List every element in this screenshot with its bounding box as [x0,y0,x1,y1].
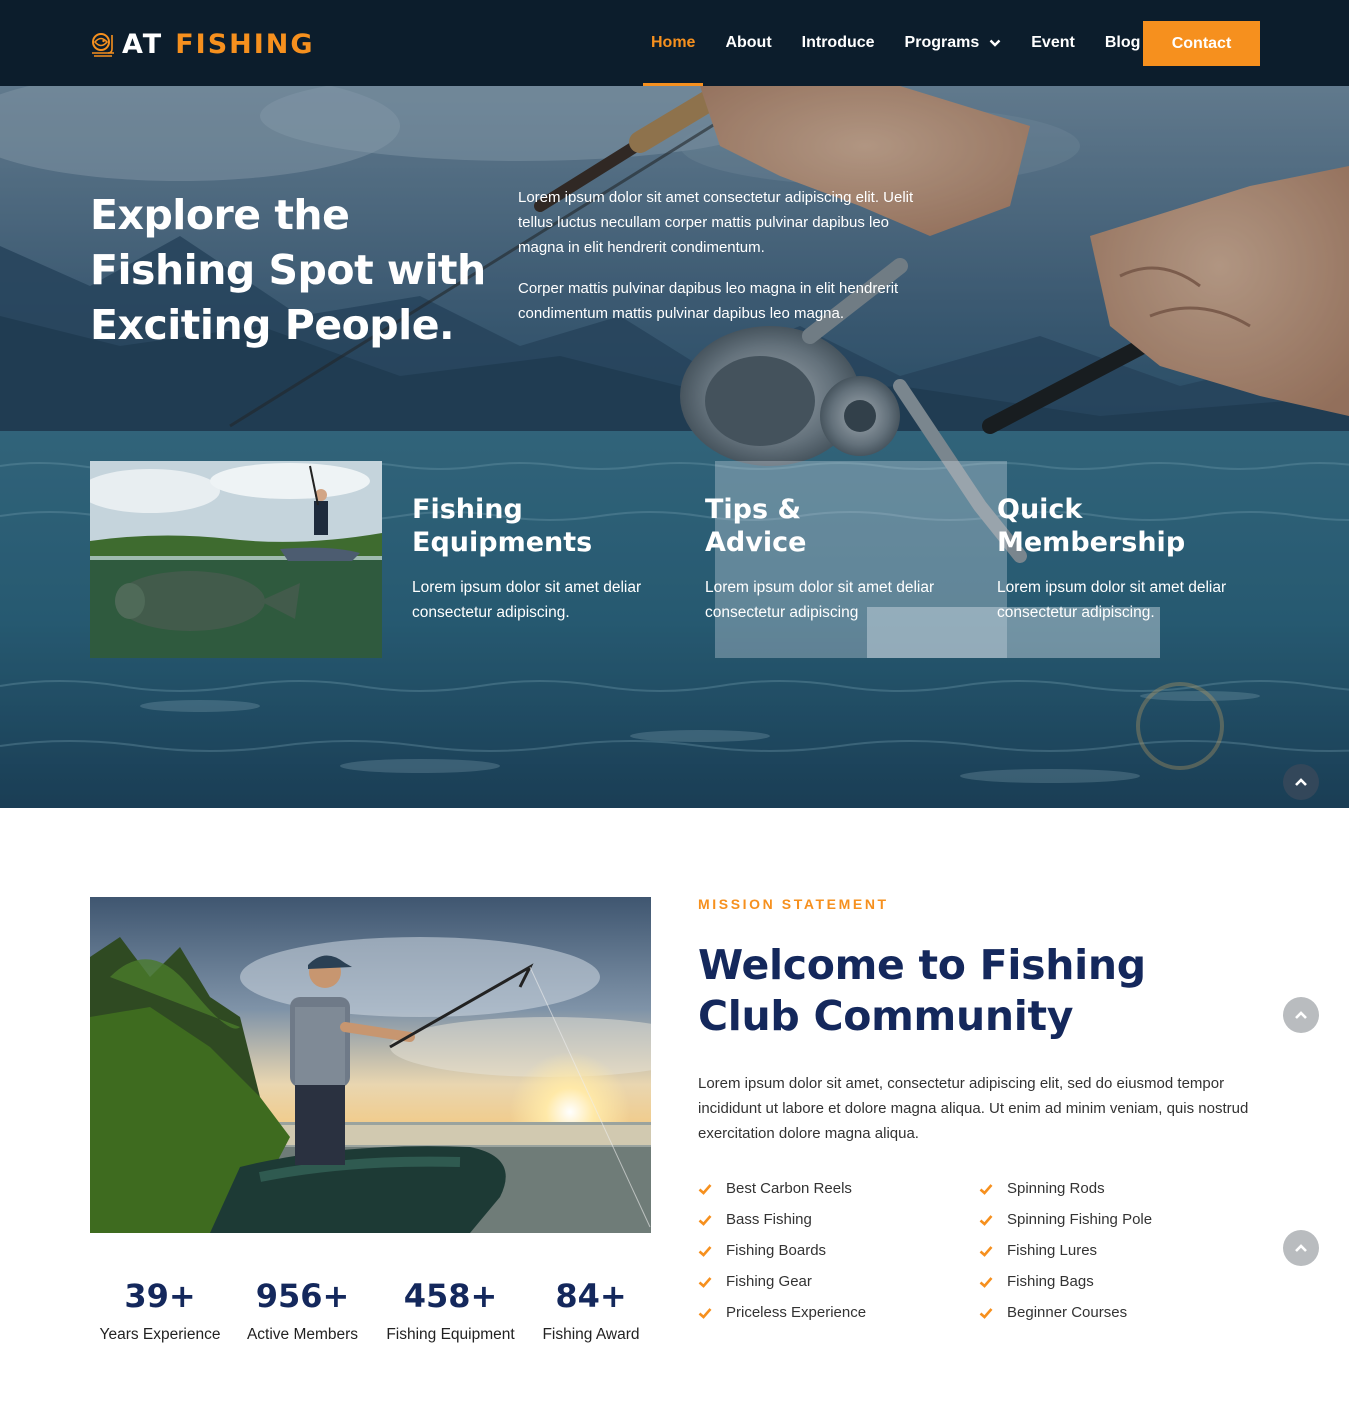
check-icon [698,1245,712,1257]
stat-active-members: 956+ Active Members [235,1276,370,1344]
list-item: Spinning Fishing Pole [979,1204,1152,1235]
hero-title: Explore the Fishing Spot with Exciting P… [90,191,486,349]
stat-years-experience: 39+ Years Experience [90,1276,230,1344]
hero-section: Explore the Fishing Spot with Exciting P… [0,86,1349,808]
list-item: Fishing Gear [698,1266,866,1297]
stat-fishing-equipment: 458+ Fishing Equipment [378,1276,523,1344]
mission-kicker: MISSION STATEMENT [698,896,889,912]
check-icon [979,1183,993,1195]
nav-introduce-label: Introduce [801,34,875,51]
chevron-up-icon [1295,1011,1307,1019]
list-item: Fishing Boards [698,1235,866,1266]
nav-home[interactable]: Home [636,0,710,86]
list-item-label: Best Carbon Reels [726,1180,852,1197]
feature-title: Fishing Equipments [412,494,593,558]
scroll-to-top-button[interactable] [1283,1230,1319,1266]
mission-body: Lorem ipsum dolor sit amet, consectetur … [698,1075,1249,1142]
list-item: Spinning Rods [979,1173,1152,1204]
stat-value: 956+ [255,1277,350,1315]
check-icon [979,1214,993,1226]
nav-about-label: About [725,34,772,51]
nav-about[interactable]: About [710,0,786,86]
feature-title: Tips & Advice [705,494,807,558]
logo-text-fishing: FISHING [175,28,315,60]
check-icon [698,1276,712,1288]
check-icon [698,1307,712,1319]
scroll-to-top-button[interactable] [1283,764,1319,800]
feature-fishing-equipments[interactable]: Fishing Equipments Lorem ipsum dolor sit… [412,493,662,625]
list-item-label: Priceless Experience [726,1304,867,1321]
stat-label: Years Experience [99,1326,221,1343]
feature-quick-membership[interactable]: Quick Membership Lorem ipsum dolor sit a… [997,493,1247,625]
list-item: Best Carbon Reels [698,1173,866,1204]
site-header: AT FISHING Home About Introduce Programs… [0,0,1349,86]
chevron-up-icon [1295,778,1307,786]
check-icon [698,1183,712,1195]
stat-label: Active Members [246,1326,359,1343]
list-item-label: Bass Fishing [726,1211,812,1228]
list-item: Bass Fishing [698,1204,866,1235]
nav-programs-label: Programs [904,34,980,51]
nav-blog-label: Blog [1104,34,1141,51]
feature-tips-advice[interactable]: Tips & Advice Lorem ipsum dolor sit amet… [705,493,945,625]
list-item: Beginner Courses [979,1297,1152,1328]
list-item-label: Fishing Lures [1007,1242,1098,1259]
fisherman-carp-image [90,461,382,658]
check-icon [979,1307,993,1319]
features-list-right: Spinning Rods Spinning Fishing Pole Fish… [979,1173,1152,1328]
hero-paragraph-1: Lorem ipsum dolor sit amet consectetur a… [518,189,914,256]
nav-event-label: Event [1031,34,1075,51]
nav-home-label: Home [651,34,696,51]
stat-label: Fishing Award [542,1326,640,1343]
stats-row: 39+ Years Experience 956+ Active Members… [90,1276,651,1356]
scroll-to-top-button[interactable] [1283,997,1319,1033]
stat-label: Fishing Equipment [386,1326,515,1343]
list-item-label: Beginner Courses [1007,1304,1128,1321]
nav-introduce[interactable]: Introduce [787,0,890,86]
list-item-label: Spinning Fishing Pole [1007,1211,1153,1228]
feature-text: Lorem ipsum dolor sit amet deliar consec… [705,579,935,621]
nav-programs[interactable]: Programs [890,0,1017,86]
list-item-label: Fishing Bags [1007,1273,1094,1290]
check-icon [979,1245,993,1257]
mission-title: Welcome to Fishing Club Community [698,941,1146,1040]
check-icon [979,1276,993,1288]
list-item: Fishing Bags [979,1266,1152,1297]
logo-text-at: AT [122,28,164,60]
hero-paragraph-2: Corper mattis pulvinar dapibus leo magna… [518,280,899,322]
stat-value: 458+ [403,1277,498,1315]
chevron-down-icon [989,39,1001,47]
list-item: Fishing Lures [979,1235,1152,1266]
list-item-label: Fishing Boards [726,1242,827,1259]
site-logo[interactable]: AT FISHING [90,26,315,62]
stat-value: 39+ [124,1277,196,1315]
feature-text: Lorem ipsum dolor sit amet deliar consec… [412,579,642,621]
feature-title: Quick Membership [997,494,1186,558]
list-item-label: Spinning Rods [1007,1180,1105,1197]
stat-fishing-award: 84+ Fishing Award [530,1276,652,1344]
stat-value: 84+ [555,1277,627,1315]
features-list-left: Best Carbon Reels Bass Fishing Fishing B… [698,1173,866,1328]
feature-text: Lorem ipsum dolor sit amet deliar consec… [997,579,1227,621]
nav-event[interactable]: Event [1016,0,1090,86]
fish-hook-logo-icon [92,33,114,57]
main-nav: Home About Introduce Programs Event Blog [636,0,1155,86]
contact-button[interactable]: Contact [1143,21,1260,66]
list-item: Priceless Experience [698,1297,866,1328]
fisherman-boat-image [90,897,651,1233]
chevron-up-icon [1295,1244,1307,1252]
check-icon [698,1214,712,1226]
list-item-label: Fishing Gear [726,1273,812,1290]
